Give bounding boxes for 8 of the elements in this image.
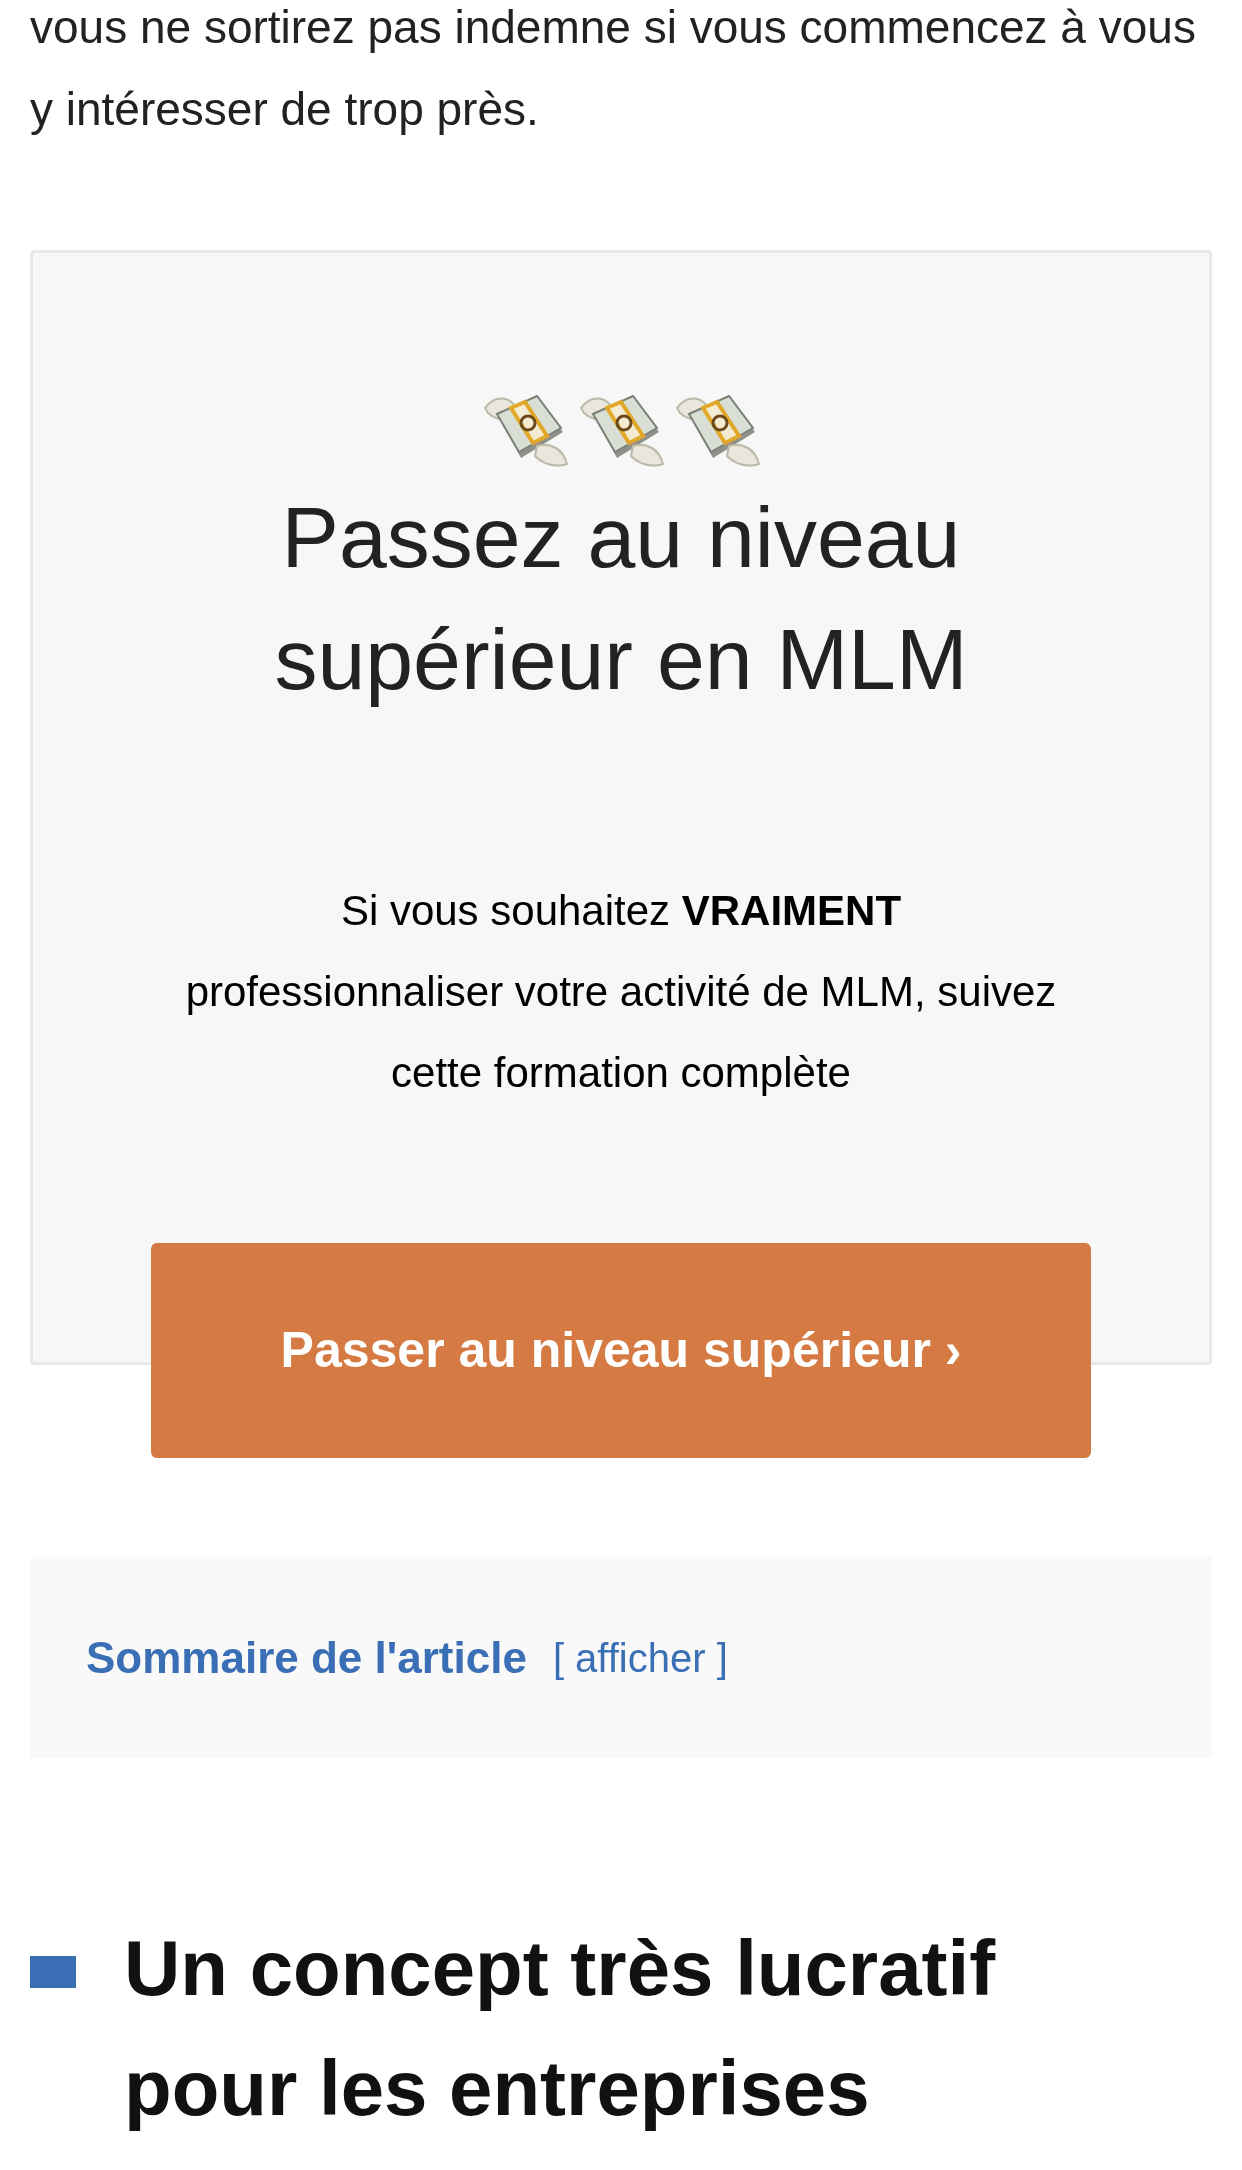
summary-title: Sommaire de l'article xyxy=(86,1631,527,1684)
intro-paragraph: vous ne sortirez pas indemne si vous commencez à vous y intéresser de trop près. xyxy=(30,0,1197,137)
promo-title: Passez au niveau supérieur en MLM xyxy=(273,488,969,709)
upgrade-button[interactable]: Passer au niveau supérieur › xyxy=(151,1243,1091,1458)
show-summary-link[interactable]: [ afficher ] xyxy=(552,1627,728,1688)
promo-text: Si vous souhaitez VRAIMENT professionnaliser votre activité de MLM, suivez cette formation complète xyxy=(184,886,1058,1098)
heading-square-icon xyxy=(30,1956,76,1988)
section-heading: Un concept très lucratif pour les entreprises xyxy=(124,1923,997,2134)
